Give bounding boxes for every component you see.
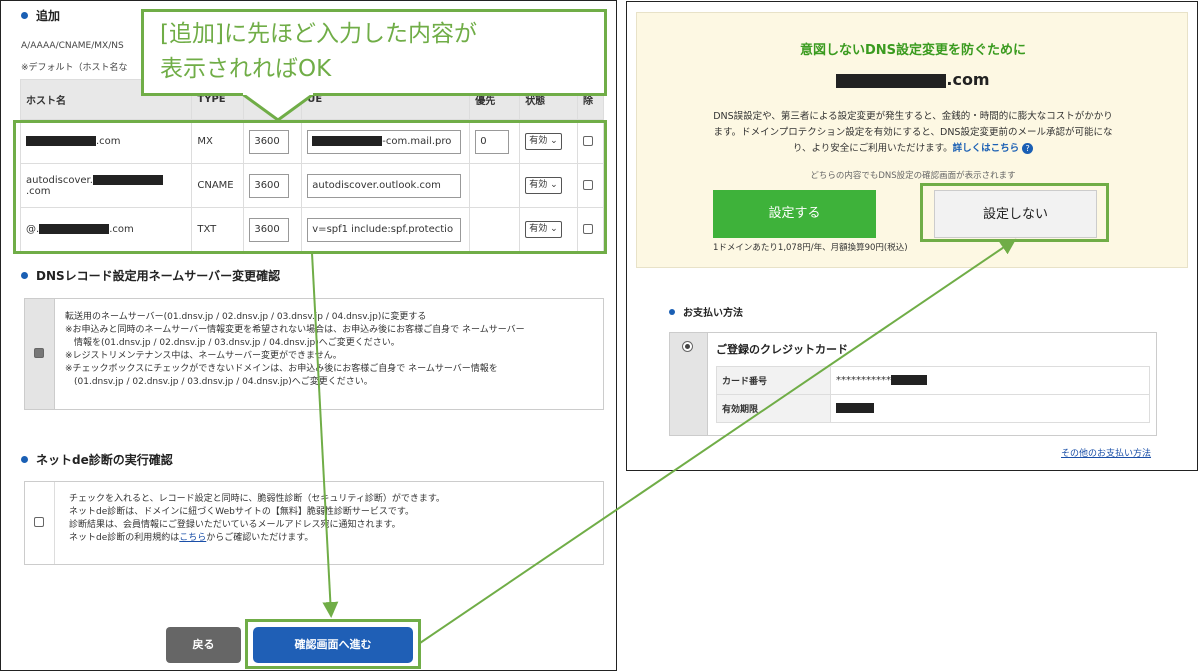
protection-description: DNS誤設定や、第三者による設定変更が発生すると、金銭的・時間的に膨大なコストが…	[637, 109, 1189, 157]
card-radio[interactable]	[682, 341, 693, 352]
record-types-line: A/AAAA/CNAME/MX/NS	[21, 41, 124, 51]
ns-line: 転送用のネームサーバー(01.dnsv.jp / 02.dnsv.jp / 03…	[65, 312, 427, 322]
default-note: ※デフォルト（ホスト名な	[21, 63, 128, 73]
payment-section-title: お支払い方法	[669, 304, 743, 319]
diag-line: 診断結果は、会員情報にご登録いただいているメールアドレス宛に通知されます。	[69, 520, 401, 530]
highlight-disable-button	[920, 183, 1109, 242]
ns-line: ※レジストリメンテナンス中は、ネームサーバー変更ができません。	[65, 351, 342, 361]
terms-text: ネットde診断の利用規約は	[69, 533, 180, 543]
table-row: 有効期限	[716, 394, 1150, 423]
add-title-text: 追加	[36, 9, 61, 23]
diag-line: ネットde診断は、ドメインに紐づくWebサイトの【無料】脆弱性診断サービスです。	[69, 507, 414, 517]
terms-link[interactable]: こちら	[179, 533, 206, 543]
callout-pointer	[238, 93, 318, 122]
redaction-bar	[836, 73, 947, 88]
domain-suffix: .com	[946, 70, 990, 89]
diag-checkbox-column	[25, 482, 55, 564]
ns-line: ※お申込みと同時のネームサーバー情報変更を希望されない場合は、お申込み後にお客様…	[65, 325, 525, 335]
ns-checkbox-column	[25, 299, 55, 409]
diag-checkbox[interactable]	[34, 517, 44, 527]
callout-line2: 表示されればOK	[160, 56, 332, 82]
highlight-next-button	[245, 619, 421, 669]
ns-section-title: DNSレコード設定用ネームサーバー変更確認	[21, 267, 280, 284]
expiry-cell	[830, 394, 1150, 423]
expiry-label: 有効期限	[716, 394, 831, 423]
bullet-icon	[21, 272, 28, 279]
diag-text: チェックを入れると、レコード設定と同時に、脆弱性診断（セキュリティ診断）ができま…	[69, 493, 445, 545]
ns-text: 転送用のネームサーバー(01.dnsv.jp / 02.dnsv.jp / 03…	[65, 311, 525, 389]
ns-line: ※チェックボックスにチェックができないドメインは、お申込み後にお客様ご自身で ネ…	[65, 364, 498, 374]
protection-title: 意図しないDNS設定変更を防ぐために	[799, 43, 1027, 58]
card-title: ご登録のクレジットカード	[716, 343, 848, 356]
annotation-callout: [追加]に先ほど入力した内容が 表示されればOK	[141, 9, 607, 96]
bullet-icon	[21, 12, 28, 19]
card-number-cell: ***********	[830, 366, 1150, 395]
bullet-icon	[21, 456, 28, 463]
highlight-rows-box	[13, 120, 607, 254]
card-number-value: ***********	[836, 375, 891, 386]
terms-text-after: からご確認いただけます。	[206, 533, 314, 543]
domain-name: .com	[637, 70, 1189, 89]
diag-line-terms: ネットde診断の利用規約はこちらからご確認いただけます。	[69, 532, 445, 545]
ns-confirm-box: 転送用のネームサーバー(01.dnsv.jp / 02.dnsv.jp / 03…	[24, 298, 604, 410]
bullet-icon	[669, 309, 675, 315]
other-payment-link[interactable]: その他のお支払い方法	[1061, 446, 1151, 459]
diag-line: チェックを入れると、レコード設定と同時に、脆弱性診断（セキュリティ診断）ができま…	[69, 494, 445, 504]
desc-text: り、より安全にご利用いただけます。	[792, 143, 953, 154]
diag-title-text: ネットde診断の実行確認	[36, 453, 173, 467]
price-note: 1ドメインあたり1,078円/年、月額換算90円(税込)	[713, 243, 908, 253]
desc-line-last: り、より安全にご利用いただけます。詳しくはこちら ?	[637, 141, 1189, 157]
protection-note: どちらの内容でもDNS設定の確認画面が表示されます	[810, 171, 1016, 181]
card-number-label: カード番号	[716, 366, 831, 395]
diag-confirm-box: チェックを入れると、レコード設定と同時に、脆弱性診断（セキュリティ診断）ができま…	[24, 481, 604, 565]
ns-line: 情報を(01.dnsv.jp / 02.dnsv.jp / 03.dnsv.jp…	[65, 338, 400, 348]
back-button[interactable]: 戻る	[166, 627, 241, 663]
help-icon[interactable]: ?	[1022, 143, 1034, 154]
ns-line: (01.dnsv.jp / 02.dnsv.jp / 03.dnsv.jp / …	[65, 377, 373, 387]
add-section-title: 追加	[21, 7, 60, 24]
radio-dot	[685, 344, 690, 349]
card-info-table: カード番号 *********** 有効期限	[716, 366, 1150, 423]
payment-radio-column	[670, 333, 708, 435]
ns-change-checkbox[interactable]	[34, 348, 44, 358]
callout-line1: [追加]に先ほど入力した内容が	[160, 21, 477, 47]
diag-section-title: ネットde診断の実行確認	[21, 451, 173, 468]
details-link[interactable]: 詳しくはこちら	[953, 143, 1020, 154]
payment-title-text: お支払い方法	[683, 308, 743, 319]
table-row: カード番号 ***********	[716, 366, 1150, 395]
payment-box: ご登録のクレジットカード カード番号 *********** 有効期限	[669, 332, 1157, 436]
enable-protection-button[interactable]: 設定する	[713, 190, 876, 238]
desc-line: DNS誤設定や、第三者による設定変更が発生すると、金銭的・時間的に膨大なコストが…	[713, 111, 1113, 122]
right-panel: 意図しないDNS設定変更を防ぐために .com DNS誤設定や、第三者による設定…	[626, 1, 1198, 471]
ns-title-text: DNSレコード設定用ネームサーバー変更確認	[36, 269, 281, 283]
redaction-bar	[836, 403, 874, 413]
redaction-bar	[891, 375, 927, 385]
desc-line: ます。ドメインプロテクション設定を有効にすると、DNS設定変更前のメール承認が可…	[713, 127, 1113, 138]
